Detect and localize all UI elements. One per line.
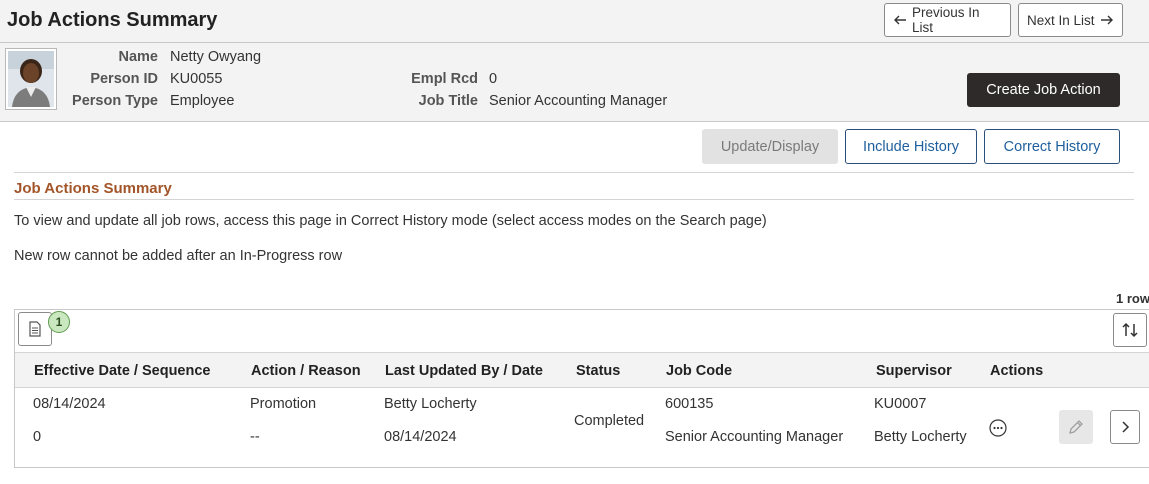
last-updated-date: 08/14/2024 <box>384 429 457 445</box>
next-in-list-label: Next In List <box>1027 12 1095 28</box>
job-code: 600135 <box>665 396 714 412</box>
column-header-action-reason[interactable]: Action / Reason <box>251 363 361 379</box>
previous-in-list-label: Previous In List <box>912 5 980 35</box>
ellipsis-icon <box>988 418 1008 438</box>
name-value: Netty Owyang <box>170 49 262 65</box>
status: Completed <box>574 413 645 429</box>
job-title-value: Senior Accounting Manager <box>489 93 668 109</box>
column-header-status[interactable]: Status <box>576 363 620 379</box>
person-header: Name Netty Owyang Person ID KU0055 Perso… <box>0 43 1149 122</box>
info-message-in-progress: New row cannot be added after an In-Prog… <box>14 248 343 264</box>
grid-page-button[interactable] <box>18 312 52 346</box>
divider <box>14 172 1134 173</box>
action: Promotion <box>250 396 317 412</box>
effective-date: 08/14/2024 <box>33 396 106 412</box>
update-display-button: Update/Display <box>702 129 838 164</box>
sort-icon <box>1121 321 1139 339</box>
edit-row-button <box>1059 410 1093 444</box>
employee-photo <box>5 48 57 110</box>
pencil-icon <box>1067 418 1085 436</box>
last-updated-by: Betty Locherty <box>384 396 477 412</box>
column-header-job-code[interactable]: Job Code <box>666 363 732 379</box>
sequence: 0 <box>33 429 42 445</box>
row-actions-button[interactable] <box>988 418 1008 438</box>
name-label: Name <box>118 49 159 65</box>
document-icon <box>28 321 42 337</box>
supervisor-name: Betty Locherty <box>874 429 967 445</box>
job-code-description: Senior Accounting Manager <box>665 429 844 445</box>
section-divider <box>14 199 1134 200</box>
empl-rcd-label: Empl Rcd <box>411 71 478 87</box>
chevron-right-icon <box>1119 420 1131 434</box>
supervisor-id: KU0007 <box>874 396 927 412</box>
arrow-right-icon <box>1100 13 1114 27</box>
title-bar: Job Actions Summary Previous In List Nex… <box>0 0 1149 43</box>
sort-button[interactable] <box>1113 313 1147 347</box>
person-id-value: KU0055 <box>170 71 223 87</box>
section-title: Job Actions Summary <box>14 180 172 197</box>
column-header-effective-date[interactable]: Effective Date / Sequence <box>34 363 211 379</box>
reason: -- <box>250 429 260 445</box>
selected-count-badge: 1 <box>48 311 70 333</box>
page-title: Job Actions Summary <box>7 9 218 31</box>
job-title-label: Job Title <box>418 93 478 109</box>
column-header-actions: Actions <box>990 363 1044 379</box>
next-in-list-button[interactable]: Next In List <box>1018 3 1123 37</box>
person-id-label: Person ID <box>90 71 158 87</box>
column-header-last-updated[interactable]: Last Updated By / Date <box>385 363 543 379</box>
include-history-button[interactable]: Include History <box>845 129 977 164</box>
job-actions-grid: 1 Effective Date / Sequence Action / Rea… <box>14 309 1149 468</box>
previous-in-list-button[interactable]: Previous In List <box>884 3 1011 37</box>
person-type-value: Employee <box>170 93 235 109</box>
row-detail-button[interactable] <box>1110 410 1140 444</box>
grid-header-row: Effective Date / Sequence Action / Reaso… <box>15 352 1149 388</box>
row-count: 1 row <box>1116 291 1149 306</box>
info-message-correct-history: To view and update all job rows, access … <box>14 213 767 229</box>
create-job-action-button[interactable]: Create Job Action <box>967 73 1120 107</box>
arrow-left-icon <box>893 13 907 27</box>
empl-rcd-value: 0 <box>489 71 498 87</box>
column-header-supervisor[interactable]: Supervisor <box>876 363 952 379</box>
correct-history-button[interactable]: Correct History <box>984 129 1120 164</box>
person-type-label: Person Type <box>72 93 158 109</box>
